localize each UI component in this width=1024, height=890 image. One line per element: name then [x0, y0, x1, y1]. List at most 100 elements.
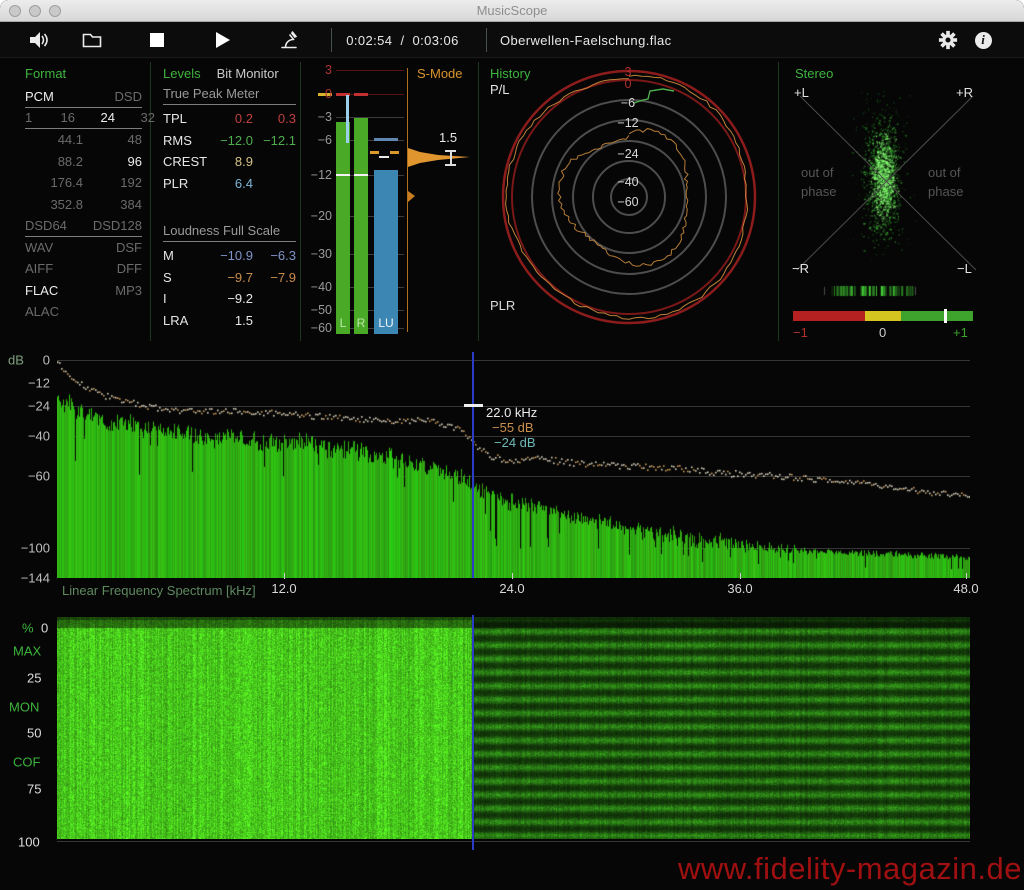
spectrogram-scale-label: MAX	[13, 644, 41, 659]
levels-row-label: RMS	[163, 133, 213, 148]
tab-levels[interactable]: Levels	[163, 66, 201, 81]
levels-value: 1.5	[213, 313, 253, 328]
corner-label-plus-l: +L	[794, 85, 809, 100]
info-button[interactable]: i	[971, 22, 995, 58]
tab-bit-monitor[interactable]: Bit Monitor	[217, 66, 279, 81]
format-option: 176.4	[25, 175, 83, 190]
panels-region: Format PCMDSD116243244.14888.296176.4192…	[0, 58, 1024, 345]
meter-scale-label: −3	[300, 110, 332, 124]
format-option: FLAC	[25, 283, 58, 298]
format-option: PCM	[25, 89, 54, 104]
spectrum-x-tick	[966, 573, 967, 579]
format-option: 88.2	[25, 154, 83, 169]
correlation-segment	[793, 311, 865, 321]
meter-scale-label: 3	[300, 63, 332, 77]
out-of-phase-left: out ofphase	[801, 163, 836, 201]
spectrum-x-label: 24.0	[499, 581, 524, 596]
format-option: 1	[25, 110, 39, 125]
panel-separator	[778, 62, 779, 341]
format-row: AIFFDFF	[25, 258, 142, 280]
format-row: PCM DSD	[25, 86, 142, 108]
history-mode-label: P/L	[490, 82, 510, 97]
format-row: 44.148	[25, 129, 142, 151]
cursor-frequency: 22.0 kHz	[486, 405, 537, 420]
format-option: DFF	[117, 261, 142, 276]
meter-scale-label: −40	[300, 280, 332, 294]
play-button[interactable]	[212, 22, 234, 58]
format-option: 48	[128, 132, 142, 147]
playhead-cursor-spectrogram[interactable]	[472, 615, 474, 850]
meter-bar-left	[336, 122, 350, 334]
format-option: 352.8	[25, 197, 83, 212]
levels-row: I−9.2	[163, 288, 296, 310]
format-option: 96	[128, 154, 142, 169]
folder-icon	[81, 29, 103, 51]
format-option: DSF	[116, 240, 142, 255]
musicscope-window: MusicScope	[0, 0, 1024, 890]
meter-scale-label: −60	[300, 321, 332, 335]
spectrum-x-tick	[512, 573, 513, 579]
format-option: 192	[120, 175, 142, 190]
history-scale-label: −6	[568, 96, 688, 110]
meter-scale-label: −6	[300, 133, 332, 147]
stop-button[interactable]	[146, 22, 168, 58]
lu-target-tick	[374, 138, 398, 141]
format-option: DSD	[115, 89, 142, 104]
analyze-button[interactable]	[277, 22, 303, 58]
filename-display: Oberwellen-Faelschung.flac	[500, 22, 700, 58]
stop-icon	[150, 33, 164, 47]
toolbar-separator	[486, 28, 487, 52]
format-row: 1162432	[25, 108, 142, 130]
history-scale-label: −40	[568, 175, 688, 189]
format-row: 88.2 96	[25, 151, 142, 173]
spectrogram-section: %0MAX25MON50COF75100	[0, 615, 1024, 890]
spectrum-section: dB 0−12−24−40−60−100−144 12.024.036.048.…	[0, 345, 1024, 615]
volume-icon	[28, 29, 50, 51]
levels-group-header: Loudness Full Scale	[163, 223, 296, 242]
spectrum-x-tick	[740, 573, 741, 579]
spectrum-x-label: 36.0	[727, 581, 752, 596]
toolbar: 0:02:54 / 0:03:06 Oberwellen-Faelschung.…	[0, 22, 1024, 58]
levels-panel: Levels Bit Monitor True Peak MeterTPL0.2…	[158, 58, 296, 345]
levels-row-label: PLR	[163, 176, 213, 191]
spectrogram-scale-label: 100	[18, 835, 40, 850]
spectrum-db-label: −144	[10, 571, 50, 586]
levels-value: −9.7	[213, 270, 253, 285]
corr-label-max: +1	[953, 325, 968, 340]
spectrum-axis-title: Linear Frequency Spectrum [kHz]	[62, 583, 256, 598]
titlebar: MusicScope	[0, 0, 1024, 22]
format-option: DSD128	[93, 218, 142, 233]
out-of-phase-right: out ofphase	[928, 163, 963, 201]
level-meters: L R LU 30−3−6−12−20−30−40−50−60	[300, 58, 408, 345]
format-row: 352.8384	[25, 194, 142, 216]
history-scale-label: −24	[568, 147, 688, 161]
correlation-meter	[793, 311, 973, 321]
volume-button[interactable]	[26, 22, 52, 58]
levels-row: S−9.7−7.9	[163, 267, 296, 289]
smode-value: 1.5	[439, 130, 457, 145]
format-option: 16	[45, 110, 75, 125]
spectrum-db-label: −12	[10, 376, 50, 391]
cursor-level-marker	[464, 404, 483, 407]
smode-title: S-Mode	[417, 66, 463, 81]
correlation-segment	[901, 311, 973, 321]
format-rows: PCMDSD116243244.14888.296176.4192352.838…	[25, 86, 142, 323]
format-option: MP3	[115, 283, 142, 298]
panel-separator	[150, 62, 151, 341]
play-icon	[216, 32, 230, 48]
levels-row: CREST8.9	[163, 151, 296, 173]
meter-scale-label: −20	[300, 209, 332, 223]
open-file-button[interactable]	[79, 22, 105, 58]
levels-row: TPL0.20.3	[163, 108, 296, 130]
phase-axes	[780, 58, 1024, 345]
peak-tick-right	[354, 93, 368, 96]
spectrogram-scale-label: %	[22, 621, 34, 636]
settings-button[interactable]	[936, 22, 960, 58]
levels-row: LRA1.5	[163, 310, 296, 332]
spectrogram-baseline	[57, 841, 970, 842]
lu-white-tick	[379, 156, 389, 158]
time-separator: /	[400, 33, 404, 48]
playhead-cursor[interactable]	[472, 352, 474, 578]
rms-mark-left	[336, 174, 350, 176]
history-panel-title: History	[490, 66, 530, 81]
